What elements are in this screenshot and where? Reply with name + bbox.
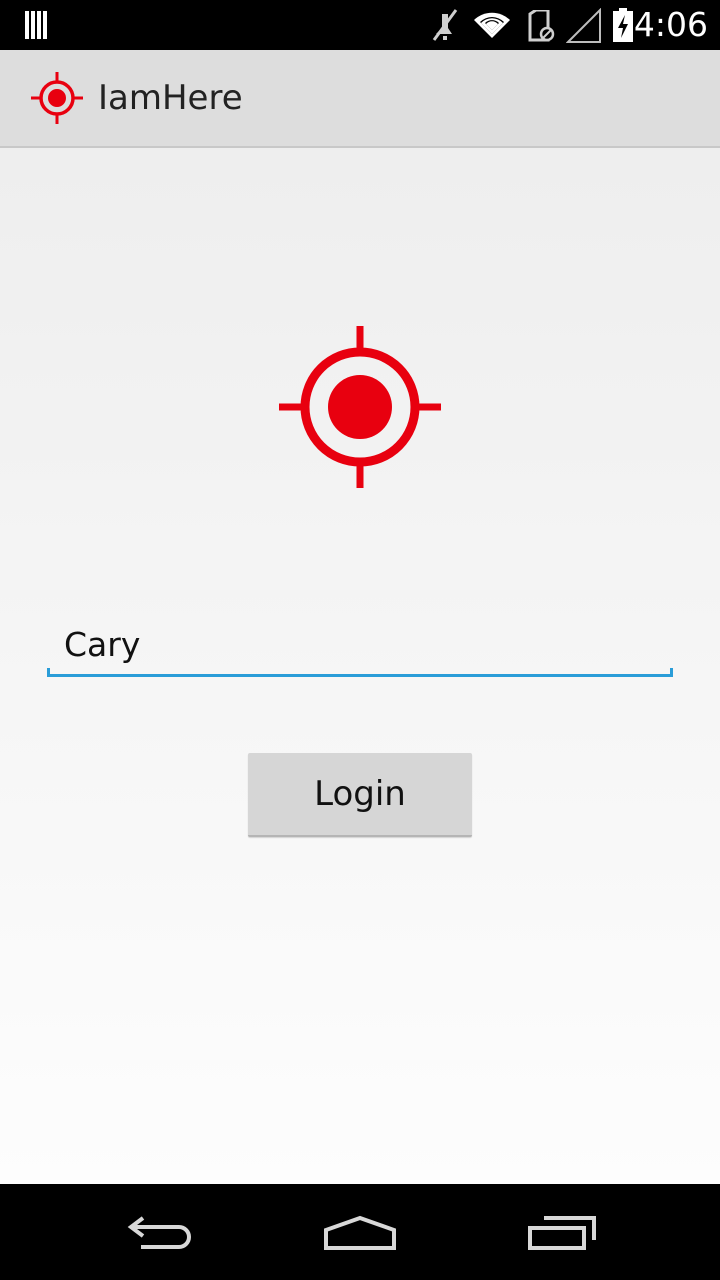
- target-icon: [31, 72, 83, 128]
- recents-icon: [528, 1216, 596, 1250]
- back-button[interactable]: [115, 1204, 205, 1260]
- field-underline: [47, 674, 673, 677]
- home-icon: [324, 1215, 396, 1250]
- navigation-bar: [0, 1184, 720, 1280]
- name-field: [47, 614, 673, 678]
- status-bar: 4:06: [0, 0, 720, 50]
- action-bar: IamHere: [0, 50, 720, 148]
- field-tick-right: [670, 668, 673, 676]
- sim-icon: [24, 11, 48, 43]
- status-time: 4:06: [633, 5, 708, 44]
- back-icon: [127, 1216, 191, 1249]
- login-button[interactable]: Login: [248, 753, 472, 837]
- login-screen: Login: [0, 148, 720, 1184]
- target-icon: [279, 326, 441, 492]
- sd-card-icon: [528, 8, 556, 46]
- home-button[interactable]: [315, 1204, 405, 1260]
- field-tick-left: [47, 668, 50, 676]
- name-input[interactable]: [47, 614, 673, 674]
- wifi-icon: [472, 10, 512, 44]
- battery-charging-icon: [612, 8, 634, 46]
- recents-button[interactable]: [517, 1204, 607, 1260]
- mute-icon: [430, 8, 460, 46]
- app-title: IamHere: [98, 78, 243, 118]
- signal-icon: [565, 7, 602, 48]
